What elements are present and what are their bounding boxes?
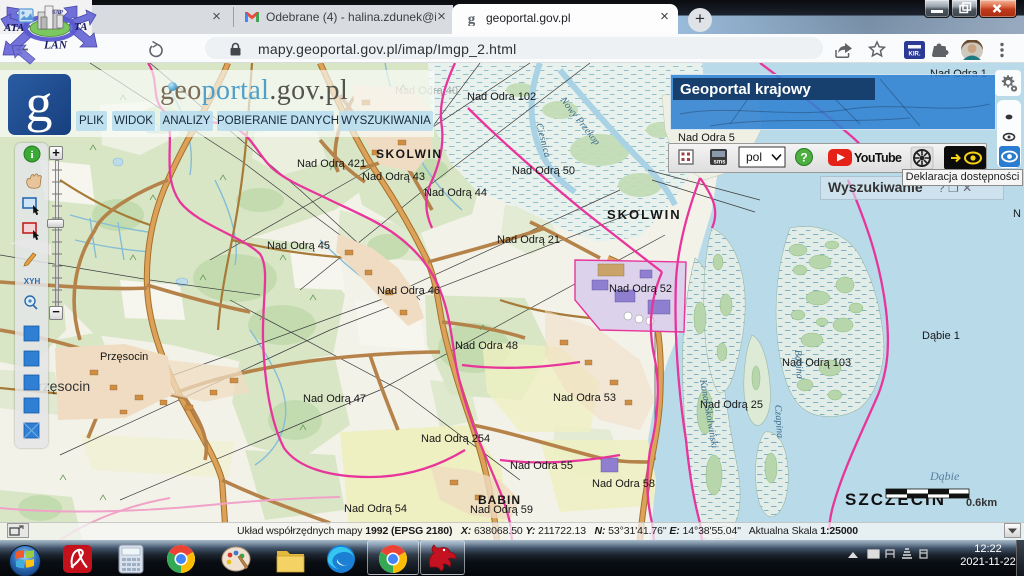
svg-text:?: ? [800,151,807,165]
svg-text:Nad Odra 53: Nad Odra 53 [553,392,616,404]
svg-text:KIR.: KIR. [909,52,921,58]
svg-text:i: i [30,149,33,161]
svg-text:Nad Odrą 45: Nad Odrą 45 [267,240,330,252]
svg-text:N: N [1013,208,1021,220]
svg-text:Czapina: Czapina [772,404,785,438]
svg-text:Dąbie 1: Dąbie 1 [922,330,960,342]
svg-text:TA: TA [74,21,87,33]
svg-text:Nad Odrą 43: Nad Odrą 43 [362,171,425,183]
svg-text:Nad Odra 46: Nad Odra 46 [377,285,440,297]
svg-text:BABIN: BABIN [478,493,521,507]
svg-text:SAP: SAP [52,10,64,16]
svg-text:Nad Odrą 50: Nad Odrą 50 [512,165,575,177]
svg-text:pol: pol [746,150,762,164]
svg-text:Nad Odra 102: Nad Odra 102 [467,91,536,103]
svg-text:Nad Odra 55: Nad Odra 55 [510,460,573,472]
svg-text:Przęsocin: Przęsocin [100,351,148,363]
svg-text:Nad Odrą 21: Nad Odrą 21 [497,234,560,246]
svg-text:LAN: LAN [43,40,68,52]
svg-text:Nad Odrą 52: Nad Odrą 52 [609,283,672,295]
svg-text:0.6km: 0.6km [966,497,997,509]
svg-text:SKOLWIN: SKOLWIN [376,147,443,161]
svg-text:Nad Odra 48: Nad Odra 48 [455,340,518,352]
svg-text:Nad Odrą 103: Nad Odrą 103 [782,357,851,369]
svg-text:Nad Odrą 44: Nad Odrą 44 [424,187,487,199]
svg-text:SKOLWIN: SKOLWIN [607,207,682,222]
svg-text:g: g [468,12,476,27]
svg-text:Nad Odrą 47: Nad Odrą 47 [303,393,366,405]
svg-text:Nad Odrą 421: Nad Odrą 421 [297,158,366,170]
svg-text:Nad Odrą 54: Nad Odrą 54 [344,503,407,515]
svg-text:Dąbie: Dąbie [929,469,960,483]
svg-text:sms: sms [713,160,726,166]
svg-text:Nad Odrą 254: Nad Odrą 254 [421,433,490,445]
svg-text:ATA: ATA [3,22,24,34]
svg-text:Nad Odra 58: Nad Odra 58 [592,478,655,490]
svg-text:XYH: XYH [24,277,41,286]
svg-text:YouTube: YouTube [854,151,902,165]
svg-text:Babina: Babina [792,349,805,379]
